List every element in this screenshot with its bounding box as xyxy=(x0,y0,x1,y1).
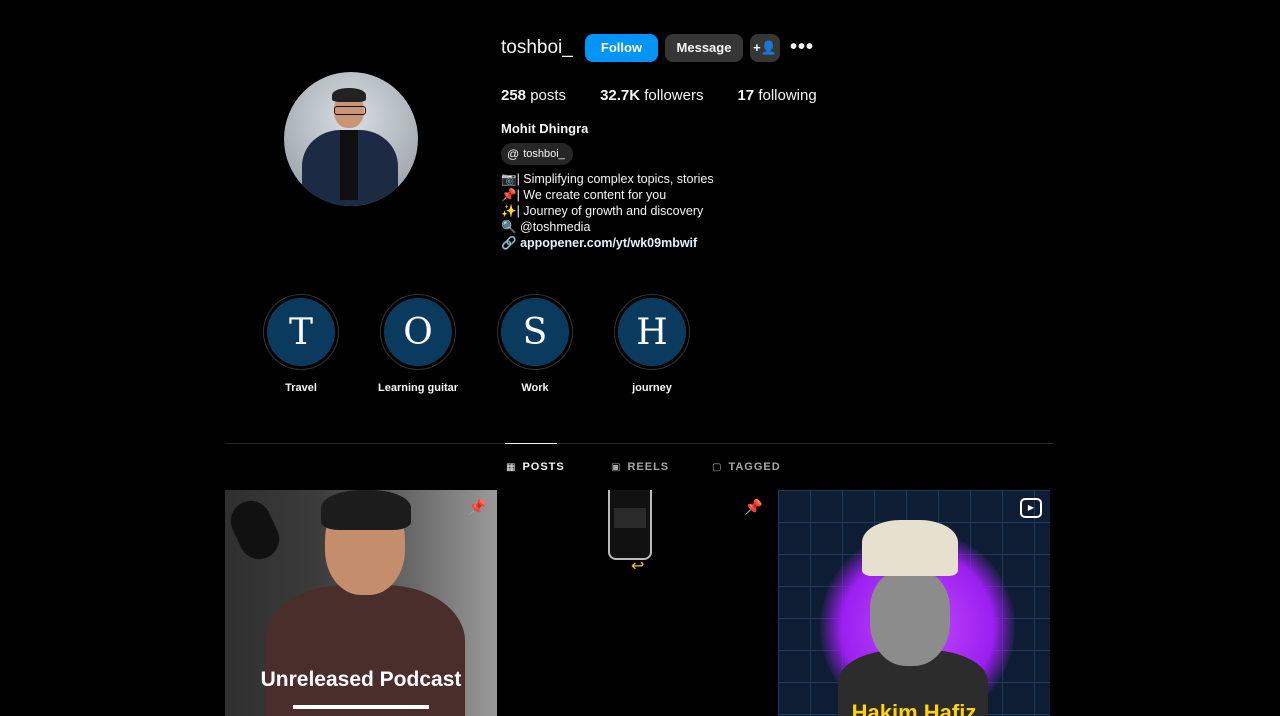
following-stat[interactable]: 17 following xyxy=(737,87,816,104)
highlight-label: Learning guitar xyxy=(378,382,459,394)
threads-icon: @ xyxy=(507,147,520,161)
tab-reels[interactable]: ▣ REELS xyxy=(611,461,669,473)
highlight-cover: O xyxy=(384,298,452,366)
tagged-icon: ▢ xyxy=(712,461,723,473)
pinned-icon: 📌 xyxy=(468,499,487,516)
post-tile[interactable]: Unreleased Podcast 📌 xyxy=(225,490,497,716)
following-label: following xyxy=(758,87,817,104)
followers-count: 32.7K xyxy=(600,87,641,104)
post-tile[interactable]: Hakim Hafiz ▶ xyxy=(778,490,1050,716)
microphone-image xyxy=(225,494,286,566)
add-user-icon[interactable]: +👤 xyxy=(750,34,780,62)
highlight-cover: S xyxy=(501,298,569,366)
highlight-work[interactable]: S Work xyxy=(495,294,575,394)
tab-posts[interactable]: ▦ POSTS xyxy=(506,461,565,473)
reels-icon: ▣ xyxy=(611,461,622,473)
highlight-cover: T xyxy=(267,298,335,366)
highlight-learning-guitar[interactable]: O Learning guitar xyxy=(378,294,458,394)
pinned-icon: 📌 xyxy=(744,499,763,516)
highlight-label: Travel xyxy=(285,382,317,394)
more-options-icon[interactable]: ••• xyxy=(790,34,814,62)
profile-stats: 258 posts 32.7K followers 17 following xyxy=(501,87,851,104)
bio-link[interactable]: appopener.com/yt/wk09mbwif xyxy=(520,236,697,250)
tabs-divider xyxy=(225,443,1054,444)
post-tile[interactable]: ↩ 📌 xyxy=(501,490,773,716)
highlight-cover: H xyxy=(618,298,686,366)
bio-line: 📌| We create content for you xyxy=(501,188,667,202)
bio-line: 📷| Simplifying complex topics, stories xyxy=(501,172,714,186)
threads-badge[interactable]: @ toshboi_ xyxy=(501,143,573,165)
posts-count: 258 xyxy=(501,87,527,104)
grid-icon: ▦ xyxy=(506,461,517,473)
highlight-journey[interactable]: H journey xyxy=(612,294,692,394)
profile-full-name: Mohit Dhingra xyxy=(501,121,589,136)
tab-reels-label: REELS xyxy=(627,461,670,473)
post-caption: Unreleased Podcast xyxy=(260,668,462,691)
reel-icon: ▶ xyxy=(1020,498,1042,518)
follow-button[interactable]: Follow xyxy=(585,34,658,62)
bio-line: ✨| Journey of growth and discovery xyxy=(501,204,704,218)
tab-posts-label: POSTS xyxy=(522,461,565,473)
threads-handle: toshboi_ xyxy=(523,148,565,160)
highlight-label: journey xyxy=(632,382,672,394)
bio-line[interactable]: 🔍 @toshmedia xyxy=(501,219,714,235)
followers-stat[interactable]: 32.7K followers xyxy=(600,87,703,104)
arrow-icon: ↩ xyxy=(631,558,645,575)
link-icon: 🔗 xyxy=(501,236,517,250)
followers-label: followers xyxy=(644,87,704,104)
posts-count-stat: 258 posts xyxy=(501,87,566,104)
message-button[interactable]: Message xyxy=(665,34,743,62)
post-caption: Hakim Hafiz xyxy=(851,700,977,716)
profile-bio: 📷| Simplifying complex topics, stories 📌… xyxy=(501,171,714,251)
phone-image xyxy=(608,490,652,560)
tab-tagged[interactable]: ▢ TAGGED xyxy=(712,461,781,473)
posts-label: posts xyxy=(530,87,567,104)
profile-avatar[interactable] xyxy=(284,72,418,206)
highlight-label: Work xyxy=(521,382,549,394)
bio-link-row[interactable]: 🔗 appopener.com/yt/wk09mbwif xyxy=(501,235,714,251)
highlight-travel[interactable]: T Travel xyxy=(261,294,341,394)
profile-username: toshboi_ xyxy=(501,37,573,58)
following-count: 17 xyxy=(737,87,755,104)
active-tab-indicator xyxy=(505,443,557,444)
tab-tagged-label: TAGGED xyxy=(728,461,781,473)
